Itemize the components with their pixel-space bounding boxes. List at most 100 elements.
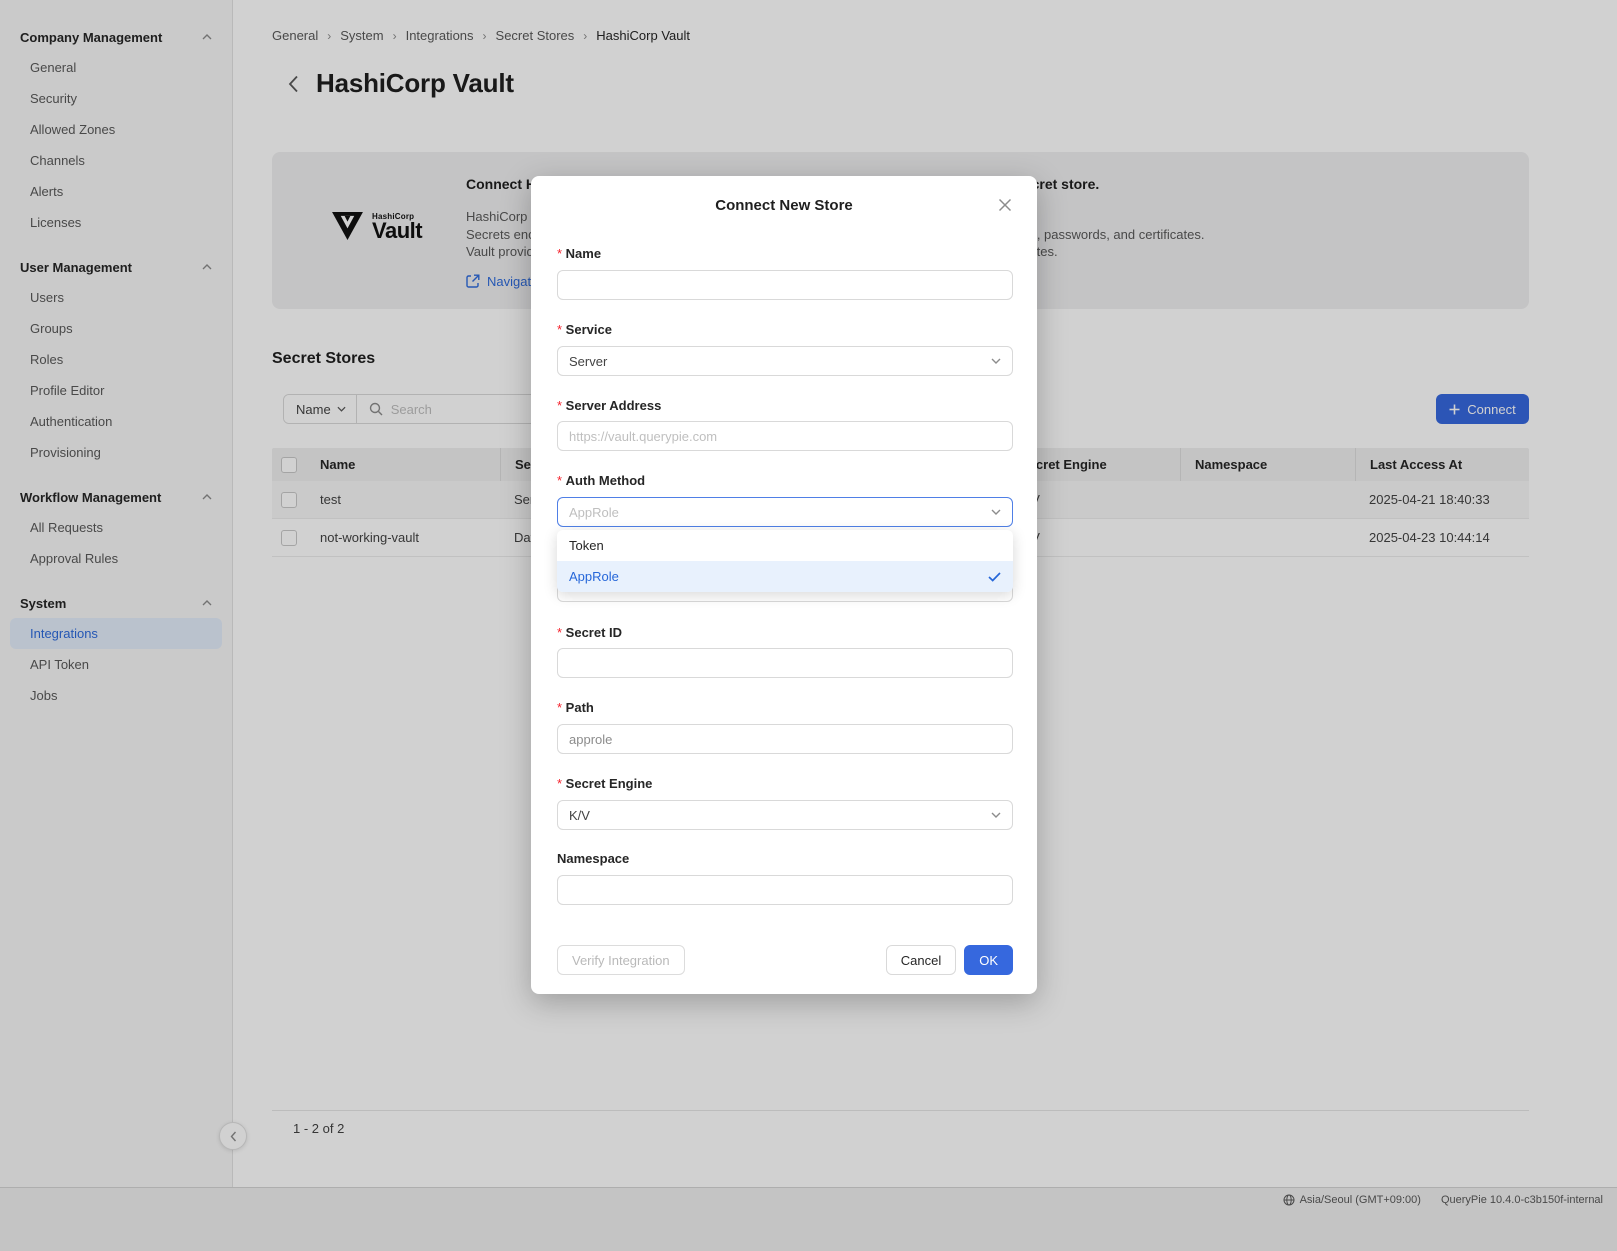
sidebar-item-users[interactable]: Users: [10, 282, 222, 313]
sidebar-item-profile-editor[interactable]: Profile Editor: [10, 375, 222, 406]
modal-title: Connect New Store: [531, 197, 1037, 214]
auth-method-select-value: AppRole: [569, 505, 619, 520]
verify-integration-button[interactable]: Verify Integration: [557, 945, 685, 975]
hashicorp-vault-logo: HashiCorp Vault: [332, 212, 422, 241]
column-header-name: Name: [306, 448, 500, 481]
secret-id-field-label: Secret ID: [557, 625, 622, 640]
page-title: HashiCorp Vault: [316, 68, 514, 99]
sidebar-item-jobs[interactable]: Jobs: [10, 680, 222, 711]
version-status: QueryPie 10.4.0-c3b150f-internal: [1441, 1194, 1603, 1206]
vault-wordmark-big: Vault: [372, 221, 422, 241]
breadcrumb-general[interactable]: General: [272, 28, 318, 43]
server-address-input[interactable]: [557, 421, 1013, 451]
filter-field-label: Name: [296, 402, 331, 417]
row-checkbox-cell: [272, 481, 306, 518]
breadcrumb-secret-stores[interactable]: Secret Stores: [496, 28, 575, 43]
row-checkbox[interactable]: [281, 530, 297, 546]
chevron-up-icon: [202, 264, 212, 270]
auth-option-label: Token: [569, 538, 604, 553]
header-checkbox-cell: [272, 448, 306, 481]
auth-option-approle[interactable]: AppRole: [557, 561, 1013, 592]
sidebar-section-system: System Integrations API Token Jobs: [0, 588, 232, 711]
select-all-checkbox[interactable]: [281, 457, 297, 473]
namespace-input[interactable]: [557, 875, 1013, 905]
page-header: HashiCorp Vault: [282, 68, 514, 99]
auth-method-dropdown: Token AppRole: [557, 530, 1013, 592]
column-header-last-access-at: Last Access At: [1355, 448, 1529, 481]
path-field-label: Path: [557, 700, 594, 715]
sidebar-item-all-requests[interactable]: All Requests: [10, 512, 222, 543]
secret-engine-select-value: K/V: [569, 808, 590, 823]
sidebar-section-header-company-management[interactable]: Company Management: [0, 22, 232, 52]
sidebar-item-provisioning[interactable]: Provisioning: [10, 437, 222, 468]
breadcrumb-system[interactable]: System: [340, 28, 383, 43]
version-label: QueryPie 10.4.0-c3b150f-internal: [1441, 1194, 1603, 1206]
section-label: User Management: [20, 260, 132, 275]
sidebar-item-general[interactable]: General: [10, 52, 222, 83]
cell-namespace: [1180, 481, 1355, 518]
breadcrumb: General System Integrations Secret Store…: [272, 28, 690, 43]
sidebar-item-authentication[interactable]: Authentication: [10, 406, 222, 437]
search-icon: [369, 402, 383, 416]
auth-method-select[interactable]: AppRole: [557, 497, 1013, 527]
sidebar-item-groups[interactable]: Groups: [10, 313, 222, 344]
breadcrumb-separator: [583, 29, 587, 43]
vault-wordmark: HashiCorp Vault: [372, 212, 422, 241]
row-checkbox-cell: [272, 519, 306, 556]
secret-id-input[interactable]: [557, 648, 1013, 678]
section-label: Company Management: [20, 30, 162, 45]
connect-button[interactable]: Connect: [1436, 394, 1529, 424]
sidebar-item-channels[interactable]: Channels: [10, 145, 222, 176]
breadcrumb-separator: [327, 29, 331, 43]
modal-close-button[interactable]: [993, 193, 1017, 217]
sidebar-section-header-system[interactable]: System: [0, 588, 232, 618]
path-input[interactable]: [557, 724, 1013, 754]
table-bottom-divider: [272, 1110, 1529, 1111]
timezone-label: Asia/Seoul (GMT+09:00): [1300, 1194, 1421, 1206]
row-checkbox[interactable]: [281, 492, 297, 508]
chevron-up-icon: [202, 494, 212, 500]
sidebar-section-company-management: Company Management General Security Allo…: [0, 22, 232, 238]
section-label: Workflow Management: [20, 490, 161, 505]
filter-field-dropdown[interactable]: Name: [284, 395, 357, 423]
globe-icon: [1283, 1194, 1295, 1206]
chevron-down-icon: [991, 358, 1001, 364]
cell-last-access-at: 2025-04-23 10:44:14: [1355, 519, 1529, 556]
namespace-field-label: Namespace: [557, 851, 629, 866]
sidebar-item-approval-rules[interactable]: Approval Rules: [10, 543, 222, 574]
sidebar-section-workflow-management: Workflow Management All Requests Approva…: [0, 482, 232, 574]
cell-name: not-working-vault: [306, 519, 500, 556]
ok-button[interactable]: OK: [964, 945, 1013, 975]
close-icon: [998, 198, 1012, 212]
cancel-button[interactable]: Cancel: [886, 945, 956, 975]
name-input[interactable]: [557, 270, 1013, 300]
sidebar-item-security[interactable]: Security: [10, 83, 222, 114]
chevron-up-icon: [202, 34, 212, 40]
chevron-up-icon: [202, 600, 212, 606]
secret-engine-select[interactable]: K/V: [557, 800, 1013, 830]
service-select-value: Server: [569, 354, 607, 369]
sidebar-item-api-token[interactable]: API Token: [10, 649, 222, 680]
sidebar-item-roles[interactable]: Roles: [10, 344, 222, 375]
back-button[interactable]: [282, 70, 304, 98]
sidebar-collapse-button[interactable]: [219, 1122, 247, 1150]
sidebar-section-header-workflow-management[interactable]: Workflow Management: [0, 482, 232, 512]
auth-option-token[interactable]: Token: [557, 530, 1013, 561]
sidebar-item-integrations[interactable]: Integrations: [10, 618, 222, 649]
auth-option-label: AppRole: [569, 569, 619, 584]
secret-stores-heading: Secret Stores: [272, 350, 375, 368]
sidebar-item-alerts[interactable]: Alerts: [10, 176, 222, 207]
breadcrumb-integrations[interactable]: Integrations: [406, 28, 474, 43]
section-label: System: [20, 596, 66, 611]
status-bar: Asia/Seoul (GMT+09:00) QueryPie 10.4.0-c…: [0, 1187, 1617, 1251]
vault-triangle-icon: [332, 212, 363, 240]
auth-method-field-label: Auth Method: [557, 473, 645, 488]
check-icon: [988, 572, 1001, 582]
column-header-namespace: Namespace: [1180, 448, 1355, 481]
chevron-down-icon: [337, 406, 346, 412]
breadcrumb-separator: [483, 29, 487, 43]
sidebar-section-header-user-management[interactable]: User Management: [0, 252, 232, 282]
sidebar-item-licenses[interactable]: Licenses: [10, 207, 222, 238]
sidebar-item-allowed-zones[interactable]: Allowed Zones: [10, 114, 222, 145]
service-select[interactable]: Server: [557, 346, 1013, 376]
